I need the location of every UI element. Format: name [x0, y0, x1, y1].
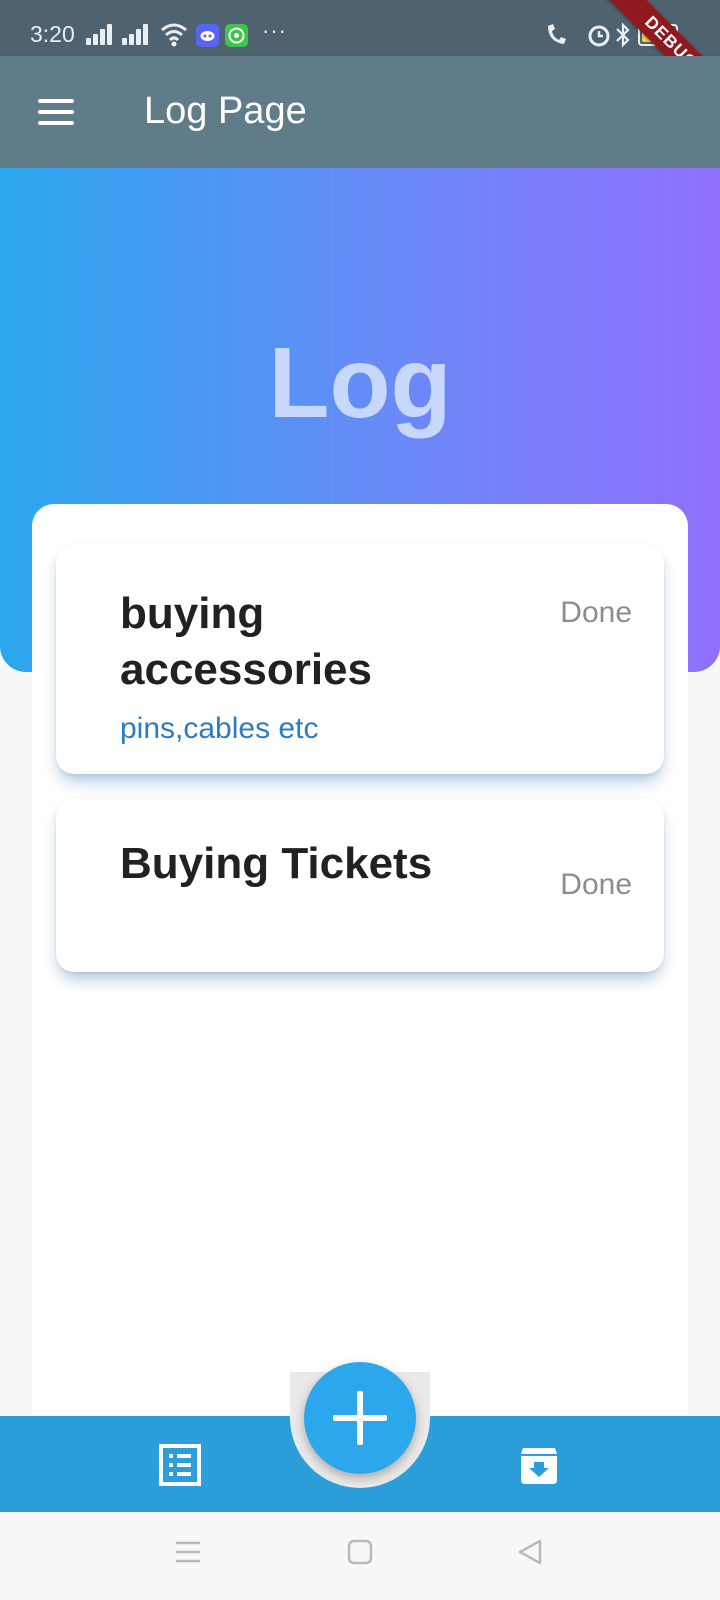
log-item-subtitle: pins,cables etc [120, 712, 319, 745]
status-bar: 3:20 ··· 100 [0, 0, 720, 56]
hero-title: Log [268, 327, 452, 439]
recents-icon[interactable] [174, 1538, 202, 1566]
log-item-title: Buying Tickets [120, 839, 433, 888]
bluetooth-icon [616, 22, 630, 48]
log-item-title: buying accessories [120, 589, 372, 694]
add-log-button[interactable] [304, 1362, 416, 1474]
wifi-icon [161, 23, 187, 47]
discord-icon [196, 24, 219, 47]
more-notifications-icon: ··· [262, 18, 287, 43]
wifi-call-icon [548, 24, 566, 44]
page-title: Log Page [144, 90, 307, 132]
list-icon[interactable] [159, 1444, 201, 1486]
log-item-card[interactable]: buying accessories pins,cables etc Done [56, 544, 664, 774]
whatsapp-icon [225, 24, 248, 47]
archive-icon[interactable] [518, 1444, 560, 1486]
log-item-card[interactable]: Buying Tickets Done [56, 798, 664, 972]
back-icon[interactable] [516, 1538, 544, 1566]
menu-icon[interactable] [30, 92, 82, 132]
home-icon[interactable] [346, 1538, 374, 1566]
app-bar: Log Page [0, 56, 720, 168]
log-item-status: Done [560, 596, 632, 629]
log-item-status: Done [560, 868, 632, 901]
status-time: 3:20 [30, 21, 75, 47]
signal-icon [86, 23, 114, 45]
alarm-icon [588, 25, 610, 47]
signal-icon-2 [122, 23, 150, 45]
